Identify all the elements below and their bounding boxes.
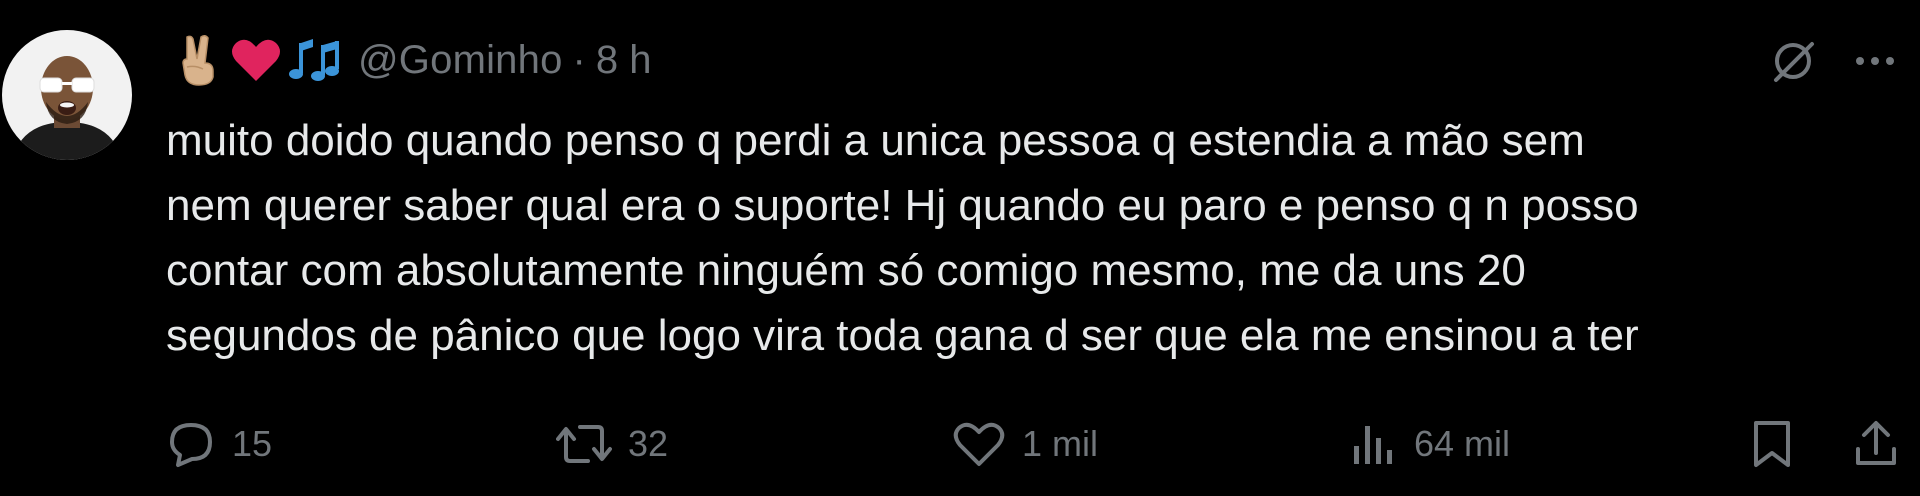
repost-icon <box>556 419 612 469</box>
tweet-text-line: muito doido quando penso q perdi a unica… <box>166 116 1585 165</box>
tweet[interactable]: @Gominho · 8 h muito doido quando penso … <box>0 0 1920 496</box>
repost-button[interactable]: 32 <box>556 412 668 476</box>
like-button[interactable]: 1 mil <box>952 412 1098 476</box>
avatar-image <box>2 30 132 160</box>
tweet-text: muito doido quando penso q perdi a unica… <box>166 108 1886 368</box>
like-count: 1 mil <box>1022 423 1099 464</box>
tweet-text-line: contar com absolutamente ninguém só comi… <box>166 246 1526 295</box>
bookmark-icon <box>1750 419 1794 469</box>
user-handle[interactable]: @Gominho <box>358 38 563 83</box>
victory-hand-icon <box>170 32 226 88</box>
tweet-header: @Gominho · 8 h <box>170 30 651 90</box>
views-button[interactable]: 64 mil <box>1350 412 1510 476</box>
tweet-text-line: nem querer saber qual era o suporte! Hj … <box>166 181 1639 230</box>
separator-dot: · <box>572 37 586 82</box>
like-icon <box>952 420 1006 468</box>
reply-icon <box>166 419 216 469</box>
red-heart-icon <box>228 32 284 88</box>
grok-icon[interactable] <box>1768 36 1818 86</box>
repost-count: 32 <box>628 423 669 464</box>
more-icon[interactable] <box>1854 55 1896 67</box>
reply-count: 15 <box>232 423 273 464</box>
views-icon <box>1350 420 1398 468</box>
avatar[interactable] <box>2 30 132 160</box>
views-count: 64 mil <box>1414 423 1511 464</box>
share-icon <box>1852 419 1900 469</box>
musical-notes-icon <box>286 32 342 88</box>
reply-button[interactable]: 15 <box>166 412 272 476</box>
action-bar: 15 32 1 mil 64 mil <box>0 412 1920 476</box>
bookmark-button[interactable] <box>1750 412 1794 476</box>
tweet-top-actions <box>1768 36 1896 86</box>
share-button[interactable] <box>1852 412 1900 476</box>
tweet-text-line: segundos de pânico que logo vira toda ga… <box>166 311 1639 360</box>
timestamp[interactable]: 8 h <box>596 38 652 83</box>
